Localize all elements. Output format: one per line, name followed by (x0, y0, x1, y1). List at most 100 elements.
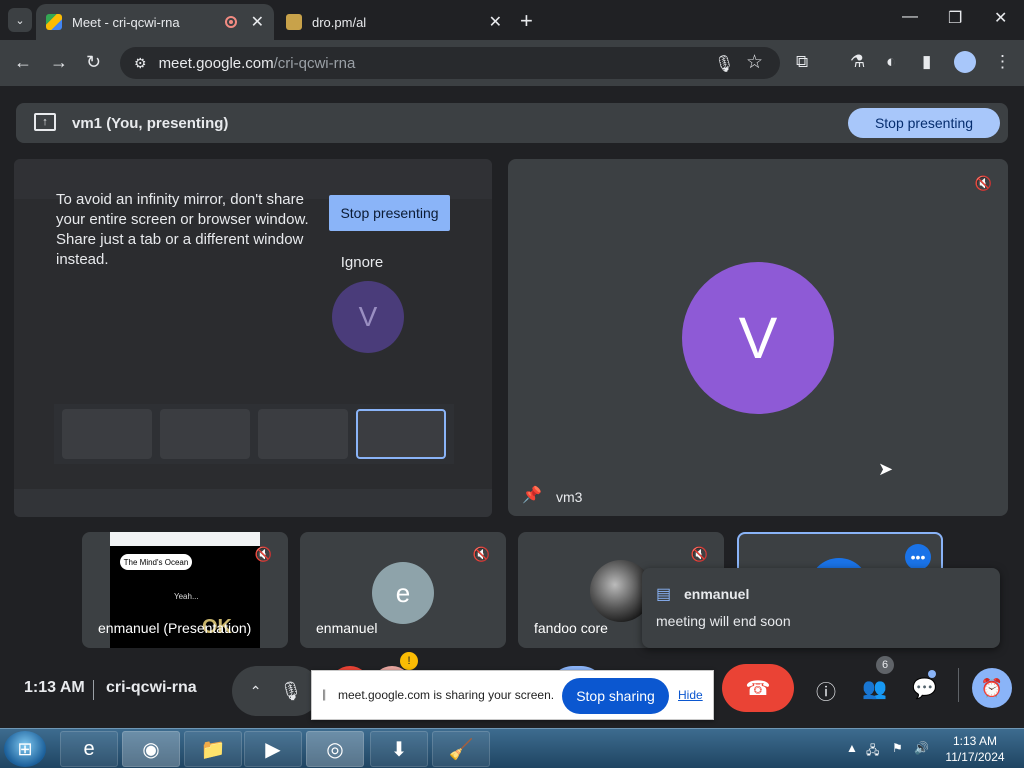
ignore-button[interactable]: Ignore (334, 251, 390, 273)
pin-icon[interactable]: 📌 (522, 485, 542, 505)
chevron-up-icon[interactable]: ⌃ (250, 683, 262, 700)
sharing-status-text: meet.google.com is sharing your screen. (338, 688, 555, 702)
more-options-button[interactable]: ••• (905, 544, 931, 570)
tab-meet[interactable]: Meet - cri-qcwi-rna ✕ (36, 4, 274, 40)
people-count-badge: 6 (876, 656, 894, 674)
site-info-icon[interactable]: ⚙ (134, 55, 147, 72)
chat-message-icon: ▤ (656, 586, 672, 603)
meet-stage: ↑ vm1 (You, presenting) Stop presenting … (0, 86, 1024, 726)
presenting-banner: ↑ vm1 (You, presenting) Stop presenting (16, 103, 1008, 143)
back-icon[interactable]: ← (14, 52, 32, 73)
restore-icon[interactable]: ❐ (948, 8, 962, 28)
tab-strip: ⌄ Meet - cri-qcwi-rna ✕ dro.pm/al ✕ + — … (0, 0, 1024, 40)
mirror-taskbar-ghost (14, 489, 492, 517)
minimize-icon[interactable]: — (902, 8, 918, 26)
labs-flask-icon[interactable]: ⚗ (850, 52, 865, 72)
reload-icon[interactable]: ↻ (86, 52, 101, 73)
participant-tile-presentation[interactable]: The Mind's Ocean Yeah... OK 🔇 enmanuel (… (82, 532, 288, 648)
chat-message: meeting will end soon (656, 613, 791, 629)
participant-name: enmanuel (Presentation) (98, 620, 252, 636)
audio-control-button[interactable]: ⌃ 🎙 (232, 666, 320, 716)
avatar: V (682, 262, 834, 414)
side-panel-icon[interactable]: ▮ (922, 52, 931, 72)
info-icon[interactable]: ⓘ (816, 676, 836, 705)
infinity-mirror-warning: To avoid an infinity mirror, don't share… (56, 191, 309, 268)
tab-label: dro.pm/al (312, 14, 367, 30)
participant-tile-enmanuel[interactable]: e 🔇 enmanuel (300, 532, 506, 648)
firefox-icon[interactable]: ◉ (122, 731, 180, 767)
mouse-cursor-icon: ➤ (878, 459, 894, 479)
address-bar[interactable]: ⚙ meet.google.com /cri-qcwi-rna (120, 47, 780, 79)
mic-off-icon: 🔇 (690, 546, 708, 562)
chat-sender: enmanuel (684, 586, 750, 602)
screen-sharing-notification: || meet.google.com is sharing your scree… (311, 670, 714, 720)
avatar: e (372, 562, 434, 624)
stop-presenting-button[interactable]: Stop presenting (848, 108, 1000, 138)
screen-share-preview: V To avoid an infinity mirror, don't sha… (14, 159, 492, 517)
close-tab-icon[interactable]: ✕ (489, 12, 502, 32)
people-icon[interactable]: 👥 (862, 676, 887, 701)
chrome-icon[interactable]: ◎ (306, 731, 364, 767)
extension-circle-icon[interactable]: ◐ (886, 52, 896, 72)
leave-call-button[interactable]: ☎ (722, 664, 794, 712)
divider (958, 668, 959, 702)
tab-dro[interactable]: dro.pm/al ✕ (276, 4, 512, 40)
extensions-icon[interactable]: ⧉ (796, 52, 808, 72)
show-hidden-icons-icon[interactable]: ▲ (846, 741, 858, 755)
url-path: /cri-qcwi-rna (273, 54, 356, 72)
stop-sharing-button[interactable]: Stop sharing (562, 678, 669, 714)
close-window-icon[interactable]: ✕ (994, 8, 1007, 28)
chat-notification[interactable]: ▤ enmanuel meeting will end soon (642, 568, 1000, 648)
action-center-flag-icon[interactable]: ⚑ (892, 741, 903, 755)
chat-icon[interactable]: 💬 (912, 676, 937, 701)
taskbar-time: 1:13 AM (952, 734, 998, 748)
file-explorer-icon[interactable]: 📁 (184, 731, 242, 767)
mirror-tile (160, 409, 250, 459)
more-menu-icon[interactable]: ⋮ (994, 52, 1011, 72)
hide-link[interactable]: Hide (678, 688, 703, 702)
mirror-avatar: V (332, 281, 404, 353)
tab-search-button[interactable]: ⌄ (8, 8, 32, 32)
drag-handle-icon[interactable]: || (322, 687, 326, 701)
new-tab-button[interactable]: + (520, 8, 533, 34)
preview-stop-presenting-button[interactable]: Stop presenting (329, 195, 450, 231)
network-icon[interactable]: 🖧 (866, 741, 879, 762)
profile-avatar[interactable] (954, 51, 976, 73)
internet-explorer-icon[interactable]: e (60, 731, 118, 767)
download-manager-icon[interactable]: ⬇ (370, 731, 428, 767)
timer-icon[interactable]: ⏰ (972, 668, 1012, 708)
forward-icon[interactable]: → (50, 52, 68, 73)
close-tab-icon[interactable]: ✕ (251, 12, 264, 32)
warning-icon: ! (400, 652, 418, 670)
recording-indicator-icon (224, 16, 237, 28)
participant-tile-vm3[interactable]: 🔇 V 📌 vm3 ➤ (508, 159, 1008, 516)
volume-icon[interactable]: 🔊 (914, 741, 929, 755)
mirror-tile (62, 409, 152, 459)
meeting-time: 1:13 AM (24, 679, 85, 696)
media-player-icon[interactable]: ▶ (244, 731, 302, 767)
mic-off-icon: 🔇 (974, 175, 992, 191)
bookmark-star-icon[interactable]: ☆ (746, 51, 763, 74)
film-favicon-icon (286, 14, 302, 30)
volume-off-icon: 🔇 (254, 546, 272, 562)
participant-name: vm3 (556, 489, 583, 505)
mic-off-icon: 🔇 (472, 546, 490, 562)
participant-name: fandoo core (534, 620, 608, 636)
taskbar-date: 11/17/2024 (945, 750, 1005, 764)
participant-name: enmanuel (316, 620, 378, 636)
chevron-down-icon: ⌄ (15, 14, 25, 27)
meeting-code: cri-qcwi-rna (106, 679, 197, 696)
microphone-icon[interactable]: 🎙 (714, 54, 734, 74)
browser-toolbar: ← → ↻ ⚙ meet.google.com /cri-qcwi-rna 🎙 … (0, 40, 1024, 86)
mirror-tile (258, 409, 348, 459)
taskbar-clock[interactable]: 1:13 AM 11/17/2024 (940, 733, 1010, 765)
slide-subtitle: Yeah... (174, 592, 199, 601)
slide-title: The Mind's Ocean (120, 554, 192, 570)
cleaner-broom-icon[interactable]: 🧹 (432, 731, 490, 767)
tab-label: Meet - cri-qcwi-rna (72, 14, 180, 30)
divider (93, 680, 94, 700)
present-screen-icon: ↑ (34, 113, 56, 131)
unread-dot (928, 670, 936, 678)
microphone-icon[interactable]: 🎙 (279, 681, 302, 702)
windows-start-icon[interactable]: ⊞ (4, 731, 46, 767)
